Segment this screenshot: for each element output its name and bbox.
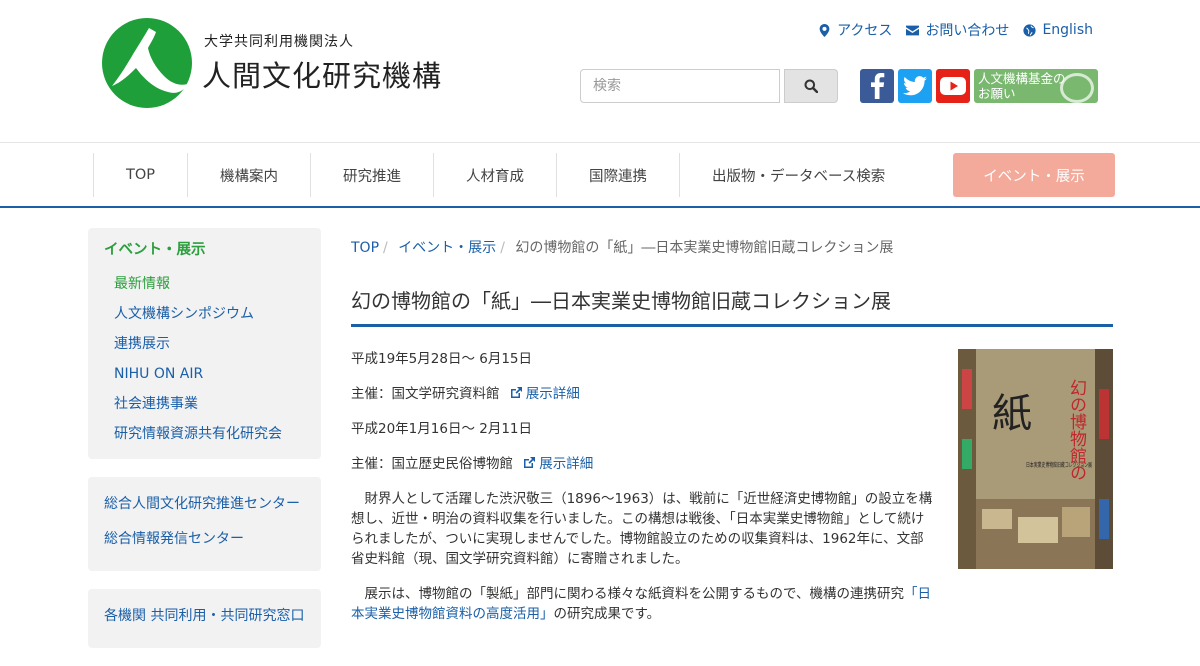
site-logo[interactable]: 大学共同利用機関法人 人間文化研究機構	[102, 18, 442, 108]
host-1-label: 主催：国文学研究資料館	[351, 386, 500, 402]
nihu-logo-icon	[102, 18, 192, 108]
nav-research[interactable]: 研究推進	[310, 153, 433, 197]
sidebar-link-joint-use[interactable]: 各機関 共同利用・共同研究窓口	[104, 601, 305, 631]
sidebar-item-nihu-on-air[interactable]: NIHU ON AIR	[104, 359, 305, 389]
poster-title: 幻の博物館の	[1066, 379, 1087, 481]
sidebar-item-study-group[interactable]: 研究情報資源共有化研究会	[104, 419, 305, 449]
access-link[interactable]: アクセス	[818, 20, 892, 40]
fund-banner[interactable]: 人文機構基金の お願い	[974, 69, 1098, 103]
para2-text: 展示は、博物館の「製紙」部門に関わる様々な紙資料を公開するもので、機構の連携研究	[364, 586, 904, 602]
poster-kanji: 紙	[992, 391, 1032, 437]
host-2-label: 主催：国立歴史民俗博物館	[351, 456, 513, 472]
site-header: 大学共同利用機関法人 人間文化研究機構 アクセス お問い合わせ English	[0, 0, 1200, 142]
access-label: アクセス	[837, 23, 893, 39]
page-title: 幻の博物館の「紙」―日本実業史博物館旧蔵コレクション展	[351, 285, 1113, 327]
envelope-icon	[906, 25, 920, 35]
detail-link-1-label: 展示詳細	[525, 386, 580, 402]
breadcrumb: TOP / イベント・展示 / 幻の博物館の「紙」―日本実業史博物館旧蔵コレクション…	[351, 228, 1113, 257]
contact-link[interactable]: お問い合わせ	[906, 20, 1009, 40]
english-link[interactable]: English	[1023, 20, 1093, 40]
global-nav: TOP 機構案内 研究推進 人材育成 国際連携 出版物・データベース検索 イベン…	[0, 142, 1200, 208]
event-date-2: 平成20年1月16日～ 2月11日	[351, 421, 533, 437]
utility-links: アクセス お問い合わせ English	[818, 20, 1093, 40]
youtube-icon	[940, 77, 966, 95]
event-date-1: 平成19年5月28日～ 6月15日	[351, 351, 533, 367]
org-name: 人間文化研究機構	[202, 59, 443, 93]
fund-banner-label: 人文機構基金の お願い	[978, 71, 1066, 101]
sidebar-centers-box: 総合人間文化研究推進センター 総合情報発信センター	[88, 477, 321, 571]
exhibition-poster-image: 紙 日本実業史博物館旧蔵コレクション展 幻の博物館の	[958, 349, 1113, 569]
main-content: TOP / イベント・展示 / 幻の博物館の「紙」―日本実業史博物館旧蔵コレクション…	[351, 228, 1113, 639]
nav-about[interactable]: 機構案内	[187, 153, 310, 197]
map-marker-icon	[819, 23, 830, 37]
external-link-icon	[510, 387, 522, 398]
detail-link-2[interactable]: 展示詳細	[517, 456, 593, 472]
detail-link-2-label: 展示詳細	[539, 456, 594, 472]
facebook-link[interactable]	[860, 69, 894, 103]
sidebar-item-news[interactable]: 最新情報	[104, 269, 305, 299]
nav-events[interactable]: イベント・展示	[953, 153, 1115, 197]
sidebar-link-research-center[interactable]: 総合人間文化研究推進センター	[104, 489, 305, 519]
nav-publications[interactable]: 出版物・データベース検索	[679, 153, 917, 197]
globe-icon	[1023, 23, 1037, 37]
sidebar-windows-box: 各機関 共同利用・共同研究窓口	[88, 589, 321, 648]
search-form	[580, 69, 838, 103]
contact-label: お問い合わせ	[925, 23, 1010, 39]
event-host-1: 主催：国文学研究資料館 展示詳細	[351, 384, 936, 404]
breadcrumb-separator: /	[383, 240, 388, 256]
social-links: 人文機構基金の お願い	[860, 69, 1098, 103]
twitter-link[interactable]	[898, 69, 932, 103]
nav-human-resources[interactable]: 人材育成	[433, 153, 556, 197]
search-icon	[804, 79, 818, 93]
sidebar-item-social[interactable]: 社会連携事業	[104, 389, 305, 419]
breadcrumb-current: 幻の博物館の「紙」―日本実業史博物館旧蔵コレクション展	[515, 240, 894, 256]
breadcrumb-top[interactable]: TOP	[351, 240, 379, 256]
facebook-icon	[871, 73, 885, 99]
sidebar: イベント・展示 最新情報 人文機構シンポジウム 連携展示 NIHU ON AIR…	[88, 228, 321, 666]
twitter-icon	[903, 76, 927, 96]
sidebar-item-symposium[interactable]: 人文機構シンポジウム	[104, 299, 305, 329]
para2-tail: の研究成果です。	[553, 606, 661, 622]
sidebar-item-joint-exhibition[interactable]: 連携展示	[104, 329, 305, 359]
nav-international[interactable]: 国際連携	[556, 153, 679, 197]
poster-art: 紙 日本実業史博物館旧蔵コレクション展 幻の博物館の	[958, 349, 1113, 569]
sidebar-link-info-center[interactable]: 総合情報発信センター	[104, 524, 305, 554]
breadcrumb-separator: /	[500, 240, 505, 256]
english-label: English	[1042, 22, 1093, 38]
description-paragraph-1: 財界人として活躍した渋沢敬三（1896～1963）は、戦前に「近世経済史博物館」…	[351, 491, 933, 567]
external-link-icon	[524, 457, 536, 468]
detail-link-1[interactable]: 展示詳細	[504, 386, 580, 402]
nav-top[interactable]: TOP	[93, 153, 187, 197]
sidebar-events-box: イベント・展示 最新情報 人文機構シンポジウム 連携展示 NIHU ON AIR…	[88, 228, 321, 459]
sidebar-section-title[interactable]: イベント・展示	[104, 236, 305, 269]
event-host-2: 主催：国立歴史民俗博物館 展示詳細	[351, 454, 936, 474]
search-input[interactable]	[580, 69, 780, 103]
description-paragraph-2: 展示は、博物館の「製紙」部門に関わる様々な紙資料を公開するもので、機構の連携研究…	[351, 584, 936, 624]
breadcrumb-events[interactable]: イベント・展示	[398, 240, 496, 256]
search-button[interactable]	[784, 69, 838, 103]
youtube-link[interactable]	[936, 69, 970, 103]
org-subtitle: 大学共同利用機関法人	[204, 34, 354, 50]
article-body: 平成19年5月28日～ 6月15日 主催：国文学研究資料館 展示詳細 平成20年…	[351, 349, 1113, 624]
